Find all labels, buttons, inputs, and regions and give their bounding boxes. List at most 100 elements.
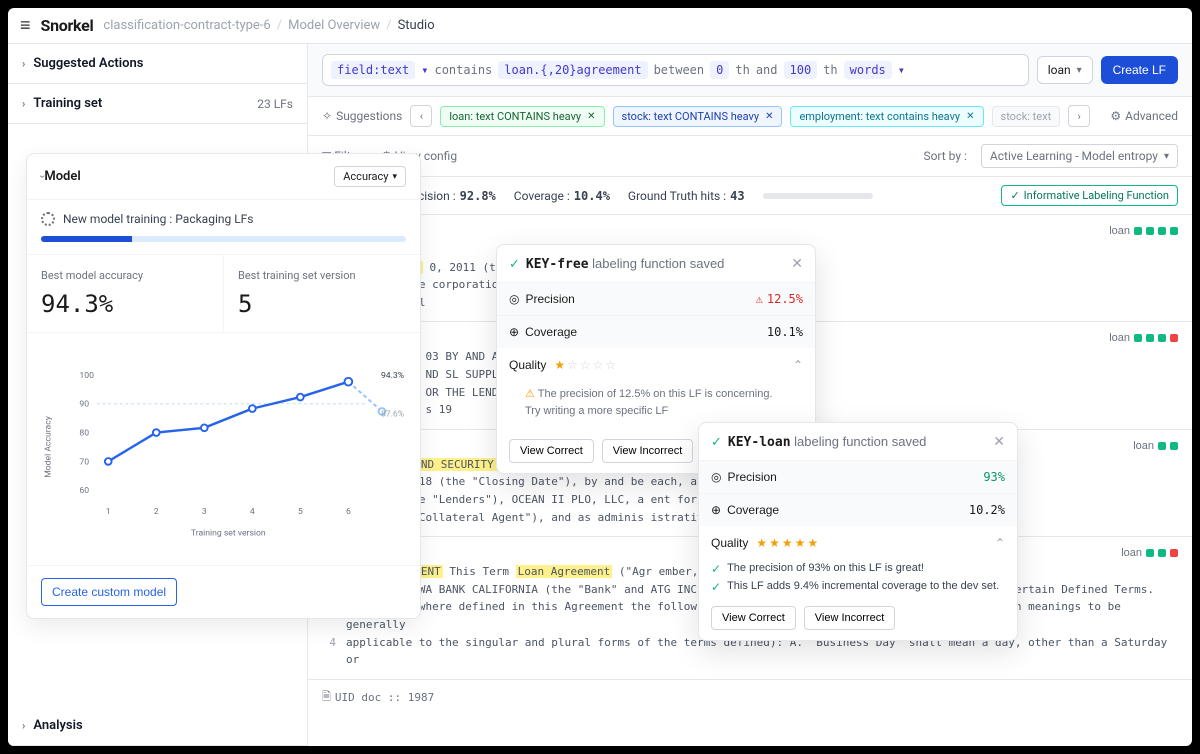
accuracy-select[interactable]: Accuracy▾ (334, 166, 406, 187)
doc-icon: 🗎 (322, 688, 331, 707)
doc-label: loan (1133, 440, 1154, 452)
close-icon[interactable]: ✕ (966, 111, 974, 122)
status-dot (1158, 227, 1166, 235)
alert-icon: ⚠ (525, 388, 535, 400)
target-icon: ◎ (711, 470, 721, 484)
query-input[interactable]: field:text ▾ contains loan.{,20}agreemen… (322, 54, 1029, 86)
status-dot (1170, 549, 1178, 557)
doc-label: loan (1121, 547, 1142, 559)
prev-arrow[interactable]: ‹ (410, 105, 432, 127)
chevron-down-icon: ▾ (1077, 65, 1082, 76)
status-dot (1158, 442, 1166, 450)
svg-text:60: 60 (79, 486, 89, 496)
training-status: New model training : Packaging LFs (41, 212, 406, 226)
sidebar-suggested[interactable]: › Suggested Actions (8, 44, 307, 84)
chevron-down-icon[interactable]: › (36, 175, 49, 178)
hamburger-icon[interactable]: ≡ (20, 15, 31, 36)
create-lf-button[interactable]: Create LF (1101, 56, 1178, 84)
uid-label: 🗎 UID doc :: 1987 (308, 680, 1192, 715)
check-icon: ✓ (1010, 189, 1019, 202)
svg-text:2: 2 (154, 507, 159, 517)
view-correct-button[interactable]: View Correct (711, 606, 796, 630)
advanced-link[interactable]: ⚙Advanced (1110, 109, 1178, 123)
svg-text:5: 5 (298, 507, 303, 517)
chevron-right-icon: › (22, 57, 25, 70)
popover-key-loan: ✓KEY-loan labeling function saved✕ ◎Prec… (698, 422, 1018, 641)
warning-icon: ⚠ (756, 292, 763, 306)
status-dot (1158, 334, 1166, 342)
metric-best-accuracy: Best model accuracy 94.3% (27, 255, 224, 332)
svg-text:6: 6 (346, 507, 351, 517)
metric-best-version: Best training set version 5 (224, 255, 420, 332)
status-dot (1134, 227, 1142, 235)
line-number: 4 (322, 634, 336, 669)
doc-label: loan (1109, 225, 1130, 237)
sidebar-analysis[interactable]: › Analysis (8, 706, 307, 746)
informative-badge: ✓Informative Labeling Function (1001, 185, 1178, 206)
svg-text:Model Accuracy: Model Accuracy (44, 416, 54, 478)
status-dot (1134, 334, 1142, 342)
close-icon[interactable]: ✕ (993, 433, 1005, 450)
spinner-icon (41, 212, 55, 226)
svg-text:94.3%: 94.3% (381, 371, 404, 381)
status-dot (1170, 442, 1178, 450)
training-progress (41, 236, 406, 242)
list-toolbar: ▽ Filters ⚙ View config Sort by : Active… (308, 136, 1192, 177)
chevron-up-icon[interactable]: ⌃ (793, 358, 803, 372)
top-bar: ≡ Snorkel classification-contract-type-6… (8, 8, 1192, 44)
check-icon: ✓ (711, 562, 721, 576)
chevron-right-icon: › (22, 719, 25, 732)
stats-bar: lt :37,856 Precision :92.8% Coverage :10… (308, 177, 1192, 215)
close-icon[interactable]: ✕ (765, 111, 773, 122)
globe-icon: ⊕ (509, 325, 519, 339)
create-custom-model-button[interactable]: Create custom model (41, 578, 177, 606)
close-icon[interactable]: ✕ (587, 111, 595, 122)
suggestions-bar: ✧Suggestions ‹ loan: text CONTAINS heavy… (308, 97, 1192, 136)
sort-select[interactable]: Active Learning - Model entropy▾ (981, 144, 1178, 168)
svg-text:1: 1 (106, 507, 111, 517)
sugg-chip-stock[interactable]: stock: text CONTAINS heavy✕ (613, 106, 783, 127)
view-incorrect-button[interactable]: View Incorrect (804, 606, 896, 630)
status-dot (1146, 549, 1154, 557)
svg-text:4: 4 (250, 507, 255, 517)
next-arrow[interactable]: › (1068, 105, 1090, 127)
status-dot (1158, 549, 1166, 557)
check-icon: ✓ (711, 580, 721, 594)
check-icon: ✓ (509, 256, 520, 272)
suggestions-label: ✧Suggestions (322, 109, 402, 123)
sugg-chip-loan[interactable]: loan: text CONTAINS heavy✕ (440, 106, 604, 127)
model-panel: › Model Accuracy▾ New model training : P… (26, 153, 421, 619)
query-bar: field:text ▾ contains loan.{,20}agreemen… (308, 44, 1192, 97)
sugg-chip-disabled[interactable]: stock: text (992, 106, 1061, 127)
svg-text:90: 90 (79, 400, 89, 410)
svg-text:3: 3 (202, 507, 207, 517)
chevron-down-icon: ▾ (1164, 151, 1169, 162)
view-correct-button[interactable]: View Correct (509, 439, 594, 463)
label-select[interactable]: loan ▾ (1037, 56, 1093, 84)
model-chart: Model Accuracy 10090807060 94.3% 87.6% 1… (27, 333, 420, 566)
model-title: Model (44, 169, 80, 184)
crumb-sub[interactable]: Studio (398, 18, 435, 33)
view-incorrect-button[interactable]: View Incorrect (602, 439, 694, 463)
gt-progress (763, 193, 873, 199)
logo: Snorkel (41, 16, 94, 35)
sparkle-icon: ✧ (322, 109, 332, 123)
svg-text:87.6%: 87.6% (381, 409, 404, 419)
status-dot (1170, 227, 1178, 235)
breadcrumb: classification-contract-type-6 / Model O… (103, 18, 434, 33)
target-icon: ◎ (509, 292, 519, 306)
globe-icon: ⊕ (711, 503, 721, 517)
sugg-chip-employment[interactable]: employment: text contains heavy✕ (790, 106, 983, 127)
sliders-icon: ⚙ (1110, 109, 1121, 123)
chevron-up-icon[interactable]: ⌃ (995, 536, 1005, 550)
svg-text:100: 100 (79, 371, 94, 381)
chevron-right-icon: › (22, 97, 25, 110)
svg-text:70: 70 (79, 457, 89, 467)
crumb-page[interactable]: Model Overview (288, 18, 380, 33)
svg-text:Training set version: Training set version (191, 528, 266, 538)
lf-count: 23 LFs (257, 97, 293, 111)
close-icon[interactable]: ✕ (791, 255, 803, 272)
status-dot (1146, 227, 1154, 235)
crumb-project[interactable]: classification-contract-type-6 (103, 18, 270, 33)
sidebar-training[interactable]: › Training set 23 LFs (8, 84, 307, 124)
